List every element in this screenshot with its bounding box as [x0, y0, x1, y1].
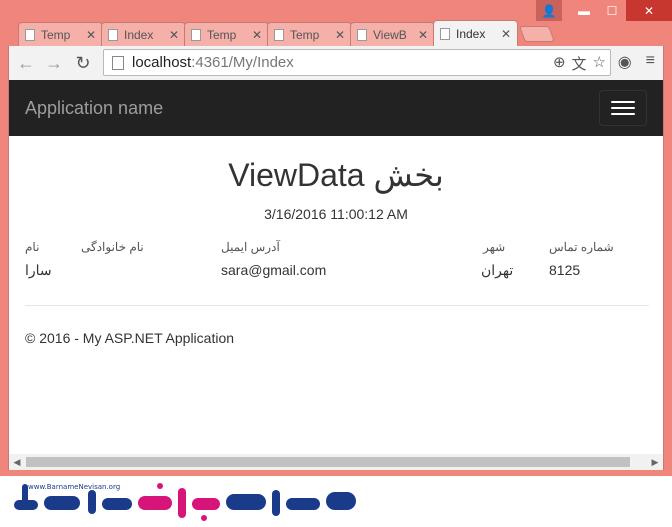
footer-divider	[25, 305, 649, 306]
tab-title: Index	[456, 26, 486, 41]
bookmark-star-icon[interactable]: ☆	[593, 53, 606, 74]
page-footer: © 2016 - My ASP.NET Application	[25, 330, 235, 346]
header-phone: شماره تماس	[549, 240, 614, 254]
close-tab-icon[interactable]: ✕	[335, 28, 345, 42]
forward-arrow-icon[interactable]: →	[43, 52, 65, 74]
new-tab-button[interactable]	[519, 26, 555, 42]
navbar-toggle-button[interactable]	[599, 90, 647, 126]
page-icon	[108, 28, 118, 41]
window-controls: 👤 ▬ ☐ ✕	[536, 0, 672, 21]
close-tab-icon[interactable]: ✕	[169, 28, 179, 42]
browser-tab[interactable]: Index ✕	[101, 22, 186, 46]
current-datetime: 3/16/2016 11:00:12 AM	[264, 206, 408, 222]
cell-phone: 8125	[549, 262, 581, 278]
back-arrow-icon[interactable]: ←	[15, 52, 37, 74]
close-tab-icon[interactable]: ✕	[501, 27, 511, 41]
page-viewport: Application name ViewData بخش 3/16/2016 …	[8, 80, 664, 470]
cell-email: sara@gmail.com	[221, 262, 327, 278]
close-tab-icon[interactable]: ✕	[418, 28, 428, 42]
hamburger-bar	[611, 107, 635, 109]
maximize-button[interactable]: ☐	[598, 0, 626, 21]
page-heading: ViewData بخش	[228, 157, 444, 193]
page-icon	[25, 28, 35, 41]
browser-tab[interactable]: Temp ✕	[184, 22, 269, 46]
browser-tab-active[interactable]: Index ✕	[433, 20, 518, 46]
browser-tab[interactable]: ViewB ✕	[350, 22, 435, 46]
cell-first-name: سارا	[25, 262, 52, 278]
menu-icon[interactable]: ≡	[646, 52, 655, 72]
browser-window: 👤 ▬ ☐ ✕ Temp ✕ Index ✕ Temp ✕ Temp ✕ Vie…	[0, 0, 672, 476]
page-icon	[440, 27, 450, 40]
close-window-button[interactable]: ✕	[626, 0, 672, 21]
user-profile-icon[interactable]: 👤	[536, 0, 562, 21]
header-first-name: نام	[25, 240, 40, 254]
browser-tab[interactable]: Temp ✕	[267, 22, 352, 46]
tab-title: Temp	[290, 27, 320, 42]
site-navbar: Application name	[9, 80, 663, 136]
close-tab-icon[interactable]: ✕	[252, 28, 262, 42]
horizontal-scrollbar[interactable]: ◀ ▶	[9, 454, 663, 470]
cell-city: تهران	[481, 262, 514, 278]
tab-title: Index	[124, 27, 154, 42]
tab-title: Temp	[207, 27, 237, 42]
zoom-icon[interactable]: ⊕	[553, 53, 566, 74]
header-city: شهر	[483, 240, 506, 254]
hamburger-bar	[611, 113, 635, 115]
extension-icon[interactable]: ◉	[618, 52, 632, 72]
scrollbar-thumb[interactable]	[26, 457, 630, 467]
browser-toolbar: ← → ↻ localhost :4361/My/Index ⊕ 文 ☆ ◉ ≡	[8, 46, 664, 80]
omnibox-actions: ⊕ 文 ☆	[553, 53, 606, 74]
page-info-icon[interactable]	[112, 55, 124, 70]
hamburger-bar	[611, 101, 635, 103]
logo-tagline: www.BarnameNevisan.org	[28, 483, 121, 491]
header-last-name: نام خانوادگی	[81, 240, 144, 254]
header-email: آدرس ایمیل	[221, 240, 280, 254]
toolbar-right-actions: ◉ ≡	[618, 52, 655, 72]
tab-title: Temp	[41, 27, 71, 42]
page-icon	[274, 28, 284, 41]
tab-strip: Temp ✕ Index ✕ Temp ✕ Temp ✕ ViewB ✕ Ind…	[18, 20, 555, 46]
page-icon	[357, 28, 367, 41]
reload-icon[interactable]: ↻	[72, 52, 94, 74]
browser-tab[interactable]: Temp ✕	[18, 22, 103, 46]
url-host: localhost	[132, 54, 192, 71]
minimize-button[interactable]: ▬	[570, 0, 598, 21]
scroll-right-icon[interactable]: ▶	[647, 454, 663, 470]
close-tab-icon[interactable]: ✕	[86, 28, 96, 42]
tab-title: ViewB	[373, 27, 407, 42]
url-path: :4361/My/Index	[191, 54, 294, 71]
address-bar[interactable]: localhost :4361/My/Index ⊕ 文 ☆	[103, 49, 611, 76]
brand-link[interactable]: Application name	[25, 98, 163, 119]
scroll-left-icon[interactable]: ◀	[9, 454, 25, 470]
translate-icon[interactable]: 文	[572, 53, 587, 74]
page-icon	[191, 28, 201, 41]
